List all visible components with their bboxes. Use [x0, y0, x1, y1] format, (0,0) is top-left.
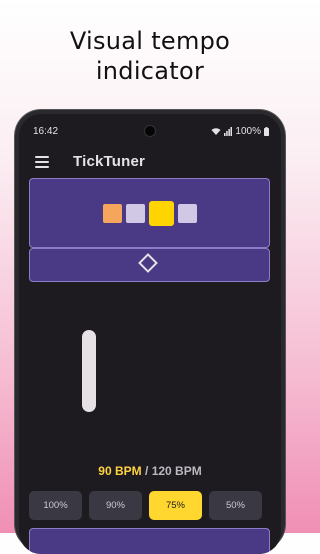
app-title: TickTuner — [73, 153, 146, 170]
speed-selector: 100% 90% 75% 50% — [29, 491, 271, 520]
pendulum-indicator — [82, 330, 96, 412]
speed-option-100[interactable]: 100% — [29, 491, 82, 520]
app-bar: TickTuner — [19, 150, 281, 180]
speed-option-90[interactable]: 90% — [89, 491, 142, 520]
battery-icon — [264, 127, 269, 136]
signal-icon — [224, 127, 233, 136]
tap-diamond-icon — [138, 253, 158, 273]
beat-4 — [177, 203, 197, 223]
phone-frame: 16:42 100% TickTuner 90 BPM / 120 BPM 10… — [15, 110, 285, 554]
beat-2 — [125, 203, 145, 223]
front-camera — [145, 126, 155, 136]
bpm-separator: / — [145, 464, 149, 478]
app-screen: 16:42 100% TickTuner 90 BPM / 120 BPM 10… — [19, 114, 281, 554]
tempo-readout: 90 BPM / 120 BPM — [19, 464, 281, 478]
beat-3-active — [148, 200, 174, 226]
current-bpm-value: 90 — [98, 464, 112, 478]
speed-option-50[interactable]: 50% — [209, 491, 262, 520]
wifi-icon — [211, 128, 221, 135]
battery-label: 100% — [235, 126, 261, 137]
headline-line-1: Visual tempo — [69, 27, 231, 55]
menu-icon[interactable] — [35, 156, 49, 168]
beat-1-accent — [102, 203, 122, 223]
status-icons: 100% — [211, 126, 269, 137]
tap-tempo-button[interactable] — [29, 248, 270, 282]
target-bpm: 120 BPM — [151, 464, 202, 478]
current-bpm-unit: BPM — [114, 464, 142, 478]
bottom-control-panel[interactable] — [29, 528, 270, 554]
status-time: 16:42 — [33, 126, 59, 137]
speed-option-75[interactable]: 75% — [149, 491, 202, 520]
promo-headline: Visual tempo indicator — [0, 26, 300, 86]
beat-indicator-panel — [29, 178, 270, 248]
headline-line-2: indicator — [95, 57, 205, 85]
